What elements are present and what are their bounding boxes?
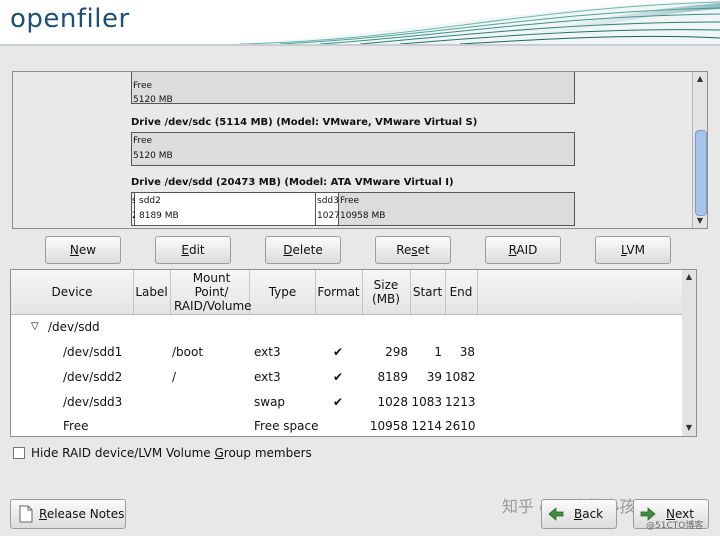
cell-end: 38 (459, 345, 475, 359)
table-row[interactable]: /dev/sdd3 swap ✔ 1028 1083 1213 (11, 390, 691, 414)
segment-size: 8189 MB (139, 211, 179, 221)
col-type[interactable]: Type (250, 270, 316, 314)
drive-visualization-panel: Free 5120 MB Drive /dev/sdc (5114 MB) (M… (12, 71, 708, 229)
cell-type: Free space (254, 419, 319, 433)
expander-triangle-icon[interactable]: ▽ (31, 315, 39, 339)
cell-start: 1 (434, 345, 442, 359)
scroll-down-icon[interactable]: ▼ (682, 421, 696, 435)
drive-sdc-bar[interactable]: Free 5120 MB (131, 132, 575, 166)
group-device: /dev/sdd (48, 320, 100, 334)
watermark-small-text: @51CTO博客 (646, 521, 704, 531)
cell-type: ext3 (254, 370, 281, 384)
cell-device: /dev/sdd1 (63, 345, 123, 359)
segment-label: Free (133, 81, 153, 91)
cell-size: 10958 (369, 419, 408, 433)
cell-end: 2610 (445, 419, 476, 433)
cell-mount: / (172, 370, 177, 384)
cell-start: 39 (426, 370, 442, 384)
table-row[interactable]: /dev/sdd2 / ext3 ✔ 8189 39 1082 (11, 365, 691, 389)
sdc-free-segment[interactable]: Free 5120 MB (132, 133, 574, 165)
segment-size: 5120 MB (133, 95, 173, 105)
document-icon (19, 505, 33, 523)
partition-table: Device Label Mount Point/RAID/Volume Typ… (10, 269, 692, 437)
col-label[interactable]: Label (133, 270, 171, 314)
cell-start: 1083 (411, 395, 442, 409)
hide-raid-label[interactable]: Hide RAID device/LVM Volume Group member… (31, 446, 312, 460)
free-segment[interactable]: Free 5120 MB (132, 72, 574, 105)
cell-end: 1213 (445, 395, 476, 409)
raid-button[interactable]: RAID (485, 236, 561, 264)
col-mount-point[interactable]: Mount Point/RAID/Volume (170, 270, 252, 314)
table-row[interactable]: Free Free space 10958 1214 2610 (11, 414, 691, 438)
drive-sdc-title: Drive /dev/sdc (5114 MB) (Model: VMware,… (131, 117, 478, 128)
sdd-free-segment[interactable]: Free 10958 MB (339, 193, 574, 225)
format-check-icon: ✔ (333, 395, 344, 409)
cell-device: /dev/sdd3 (63, 395, 123, 409)
release-notes-label: Release Notes (39, 507, 125, 521)
table-row-group[interactable]: ▽ /dev/sdd (11, 315, 691, 339)
segment-label: Free (133, 136, 153, 146)
header-divider (0, 44, 720, 46)
back-button[interactable]: Back (541, 499, 617, 529)
col-size[interactable]: Size (MB) (362, 270, 411, 314)
sdd2-segment[interactable]: sdd2 8189 MB (135, 193, 316, 225)
reset-button[interactable]: Reset (375, 236, 451, 264)
sdd3-segment[interactable]: sdd3 1027 (316, 193, 340, 225)
cell-start: 1214 (411, 419, 442, 433)
col-start[interactable]: Start (410, 270, 446, 314)
table-header: Device Label Mount Point/RAID/Volume Typ… (11, 270, 691, 315)
scroll-thumb[interactable] (695, 130, 707, 216)
table-row[interactable]: /dev/sdd1 /boot ext3 ✔ 298 1 38 (11, 340, 691, 364)
cell-size: 1028 (377, 395, 408, 409)
table-scrollbar[interactable]: ▲ ▼ (682, 269, 697, 437)
cell-mount: /boot (172, 345, 204, 359)
cell-type: swap (254, 395, 286, 409)
app-header: openfiler (0, 0, 720, 44)
segment-size: 1027 (317, 211, 340, 221)
drive-bar-previous[interactable]: Free 5120 MB (131, 72, 575, 105)
cell-device: Free (63, 419, 89, 433)
format-check-icon: ✔ (333, 345, 344, 359)
back-arrow-icon (548, 507, 564, 521)
drive-sdd-title: Drive /dev/sdd (20473 MB) (Model: ATA VM… (131, 177, 454, 188)
scroll-up-icon[interactable]: ▲ (682, 270, 696, 284)
drive-panel-scrollbar[interactable]: ▲ ▼ (692, 72, 707, 228)
drive-view: Free 5120 MB Drive /dev/sdc (5114 MB) (M… (13, 72, 691, 228)
col-device[interactable]: Device (11, 270, 134, 314)
header-swoosh-graphic (200, 0, 720, 44)
scroll-down-icon[interactable]: ▼ (693, 214, 707, 228)
segment-label: sdd3 (317, 196, 339, 206)
cell-size: 298 (385, 345, 408, 359)
format-check-icon: ✔ (333, 370, 344, 384)
segment-label: sdd2 (139, 196, 161, 206)
openfiler-logo: openfiler (10, 4, 130, 34)
segment-label: Free (340, 196, 360, 206)
cell-end: 1082 (445, 370, 476, 384)
cell-size: 8189 (377, 370, 408, 384)
scroll-up-icon[interactable]: ▲ (693, 72, 707, 86)
new-button[interactable]: New (45, 236, 121, 264)
release-notes-button[interactable]: Release Notes (10, 499, 126, 529)
hide-raid-checkbox[interactable] (13, 447, 25, 459)
cell-device: /dev/sdd2 (63, 370, 123, 384)
edit-button[interactable]: Edit (155, 236, 231, 264)
cell-type: ext3 (254, 345, 281, 359)
segment-size: 5120 MB (133, 151, 173, 161)
col-end[interactable]: End (445, 270, 478, 314)
delete-button[interactable]: Delete (265, 236, 341, 264)
drive-sdd-bar[interactable]: sdd1 298 sdd2 8189 MB sdd3 1027 Free 109… (131, 192, 575, 226)
segment-size: 10958 MB (340, 211, 386, 221)
lvm-button[interactable]: LVM (595, 236, 671, 264)
back-label: Back (574, 507, 604, 521)
col-format[interactable]: Format (315, 270, 363, 314)
